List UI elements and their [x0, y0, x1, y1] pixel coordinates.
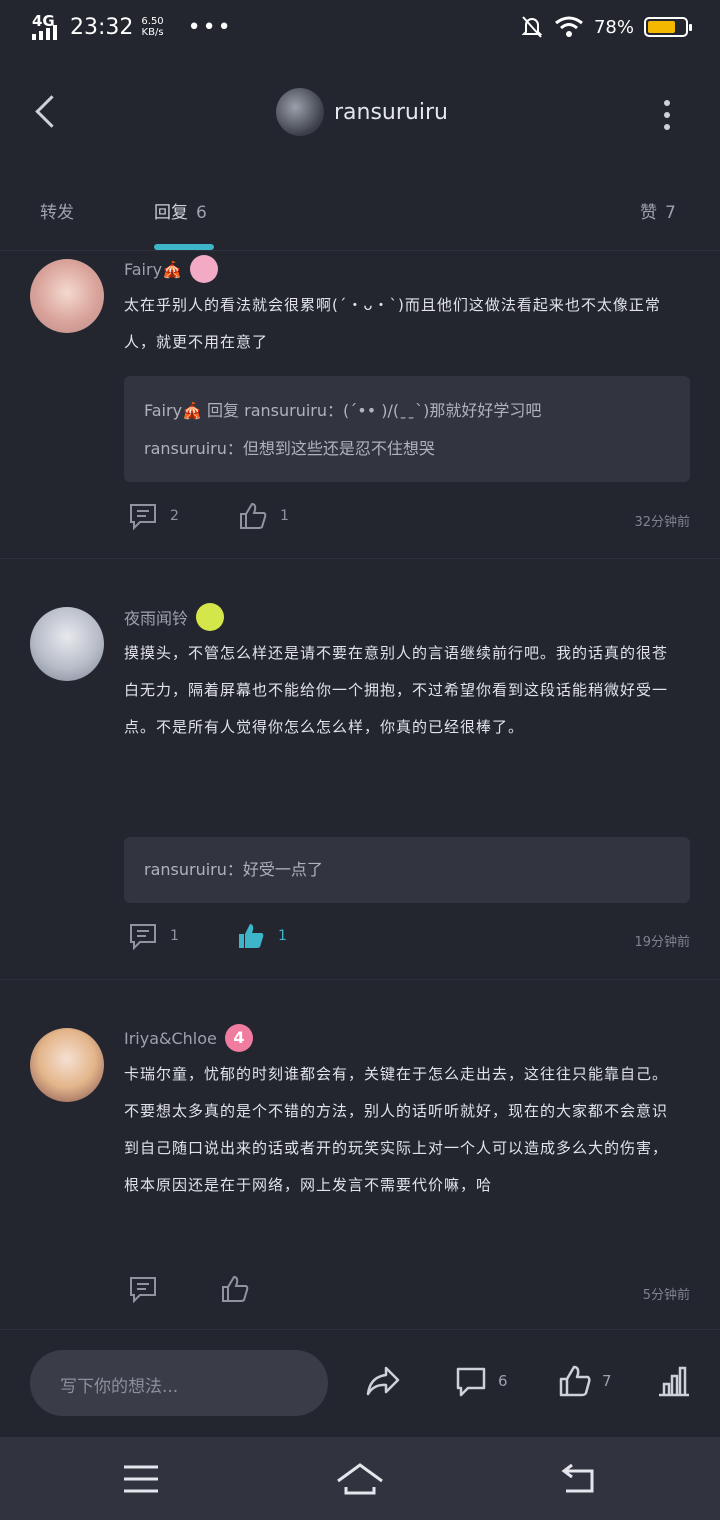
wifi-icon	[555, 16, 583, 37]
comment-icon	[130, 1277, 156, 1304]
tab-count: 6	[196, 203, 207, 223]
nested-reply: ransuruiru：但想到这些还是忍不住想哭	[144, 439, 435, 458]
reply-count: 1	[170, 928, 179, 944]
comment-user[interactable]: Iriya&Chloe 4	[124, 1024, 253, 1052]
tab-replies[interactable]: 回复 6	[154, 198, 207, 223]
input-placeholder: 写下你的想法...	[60, 1377, 179, 1397]
comment-text: 摸摸头，不管怎么样还是请不要在意别人的言语继续前行吧。我的话真的很苍白无力，隔着…	[124, 644, 669, 736]
like-button[interactable]: 7	[558, 1364, 612, 1398]
comment-icon	[130, 924, 156, 951]
active-tab-indicator	[154, 244, 214, 250]
reply-button[interactable]: 1	[128, 921, 179, 951]
timestamp: 32分钟前	[634, 515, 690, 530]
like-button[interactable]	[220, 1274, 250, 1304]
comment-actions: 1 1 19分钟前	[124, 921, 690, 961]
comment-button[interactable]: 6	[454, 1364, 508, 1398]
comment-text: 太在乎别人的看法就会很累啊(´・ᴗ・`)而且他们这做法看起来也不太像正常人，就更…	[124, 296, 661, 351]
tab-label: 赞	[640, 203, 657, 223]
more-notifications-icon: •••	[187, 14, 233, 40]
net-speed: 6.50 KB/s	[141, 16, 163, 38]
status-bar: 4G 23:32 6.50 KB/s ••• 78%	[0, 0, 720, 56]
level-badge: 4	[224, 1024, 253, 1052]
back-button[interactable]	[28, 92, 68, 136]
page-title: ransuruiru	[334, 99, 448, 125]
stats-button[interactable]	[656, 1364, 692, 1398]
comment-actions: 2 1 32分钟前	[124, 501, 690, 541]
comment-icon	[456, 1367, 486, 1397]
tab-label: 转发	[40, 203, 74, 223]
like-count: 1	[278, 928, 287, 944]
battery-percent: 78%	[593, 16, 634, 38]
avatar[interactable]	[30, 1028, 104, 1102]
thumbs-up-filled-icon	[239, 924, 264, 948]
timestamp: 19分钟前	[634, 935, 690, 950]
reply-button[interactable]: 2	[128, 501, 179, 531]
speed-value: 6.50	[141, 16, 164, 27]
bar-chart-icon	[659, 1366, 689, 1397]
tab-bar: 转发 回复 6 赞7	[0, 190, 720, 251]
rabbit-badge-icon	[189, 255, 218, 283]
profile-link[interactable]: ransuruiru	[276, 88, 448, 136]
home-button[interactable]	[330, 1457, 390, 1501]
back-nav-button[interactable]	[548, 1457, 608, 1501]
mute-icon	[521, 16, 543, 38]
timestamp: 5分钟前	[642, 1288, 690, 1303]
like-count: 7	[602, 1372, 612, 1390]
battery-icon	[644, 17, 692, 37]
reply-count: 2	[170, 508, 179, 524]
comment-user[interactable]: 夜雨闻铃	[124, 603, 225, 631]
system-nav-bar	[0, 1437, 720, 1520]
header: ransuruiru	[0, 70, 720, 160]
like-count: 1	[280, 508, 289, 524]
menu-button[interactable]	[112, 1457, 172, 1501]
nested-reply: Fairy🎪 回复 ransuruiru：(´•• )/(ˍˍ`)那就好好学习吧	[144, 401, 542, 420]
avatar[interactable]	[30, 259, 104, 333]
username: 夜雨闻铃	[124, 609, 189, 628]
thumbs-up-icon	[240, 502, 267, 529]
character-badge-icon	[196, 603, 225, 631]
tab-likes[interactable]: 赞7	[640, 198, 676, 223]
comment-icon	[130, 504, 156, 531]
clock: 23:32	[70, 14, 134, 40]
tab-count: 7	[665, 203, 676, 223]
username: Iriya&Chloe	[124, 1028, 217, 1048]
menu-icon	[124, 1465, 158, 1493]
speed-unit: KB/s	[141, 27, 164, 38]
share-icon	[366, 1366, 400, 1396]
nested-replies[interactable]: ransuruiru：好受一点了	[124, 837, 690, 903]
list-item: Iriya&Chloe 4 卡瑞尔童，忧郁的时刻谁都会有，关键在于怎么走出去，这…	[0, 980, 720, 1329]
like-button[interactable]: 1	[236, 921, 287, 951]
reply-button[interactable]	[128, 1274, 158, 1304]
share-button[interactable]	[364, 1364, 402, 1398]
tab-label: 回复	[154, 203, 188, 223]
comment-user[interactable]: Fairy🎪	[124, 255, 218, 283]
avatar	[276, 88, 324, 136]
username: Fairy🎪	[124, 259, 182, 279]
home-icon	[337, 1463, 383, 1495]
comment-actions: 5分钟前	[124, 1274, 690, 1314]
list-item: Fairy🎪 太在乎别人的看法就会很累啊(´・ᴗ・`)而且他们这做法看起来也不太…	[0, 251, 720, 559]
like-button[interactable]: 1	[238, 501, 289, 531]
signal-icon: 4G	[32, 12, 62, 40]
thumbs-up-icon	[222, 1275, 249, 1302]
list-item: 夜雨闻铃 摸摸头，不管怎么样还是请不要在意别人的言语继续前行吧。我的话真的很苍白…	[0, 559, 720, 980]
comment-text: 卡瑞尔童，忧郁的时刻谁都会有，关键在于怎么走出去，这往往只能靠自己。不要想太多真…	[124, 1065, 669, 1194]
thumbs-up-icon	[559, 1365, 591, 1397]
avatar[interactable]	[30, 607, 104, 681]
bottom-action-bar: 写下你的想法... 6 7	[0, 1329, 720, 1438]
more-options-icon[interactable]	[664, 100, 672, 130]
battery-fill	[648, 21, 676, 33]
comment-count: 6	[498, 1372, 508, 1390]
comment-input[interactable]: 写下你的想法...	[30, 1350, 328, 1416]
tab-forward[interactable]: 转发	[40, 198, 74, 223]
back-arrow-icon	[561, 1463, 594, 1493]
nested-reply: ransuruiru：好受一点了	[144, 860, 323, 879]
nested-replies[interactable]: Fairy🎪 回复 ransuruiru：(´•• )/(ˍˍ`)那就好好学习吧…	[124, 376, 690, 482]
reply-list[interactable]: Fairy🎪 太在乎别人的看法就会很累啊(´・ᴗ・`)而且他们这做法看起来也不太…	[0, 251, 720, 1329]
